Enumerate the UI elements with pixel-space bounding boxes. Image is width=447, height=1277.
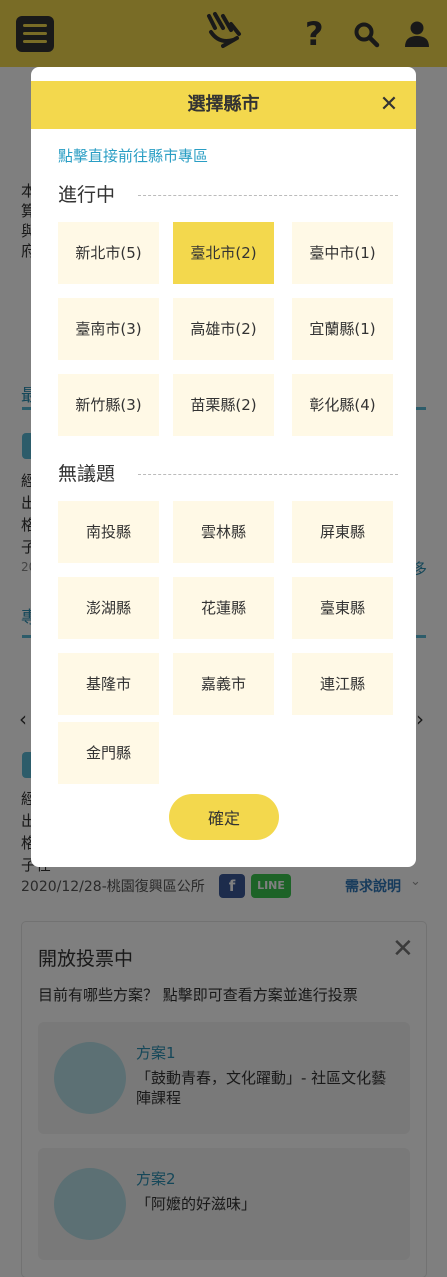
city-button[interactable]: 苗栗縣(2) bbox=[173, 374, 274, 436]
city-button[interactable]: 雲林縣 bbox=[173, 501, 274, 563]
city-button[interactable]: 彰化縣(4) bbox=[292, 374, 393, 436]
city-button[interactable]: 臺中市(1) bbox=[292, 222, 393, 284]
city-button[interactable]: 臺南市(3) bbox=[58, 298, 159, 360]
modal-title: 選擇縣市 bbox=[187, 94, 260, 115]
section-heading-empty: 無議題 bbox=[58, 460, 398, 488]
dashed-divider bbox=[138, 195, 398, 196]
city-button[interactable]: 金門縣 bbox=[58, 722, 159, 784]
city-button-selected[interactable]: 臺北市(2) bbox=[173, 222, 274, 284]
close-icon[interactable]: ✕ bbox=[375, 91, 403, 119]
city-zone-link[interactable]: 點擊直接前往縣市專區 bbox=[58, 145, 208, 166]
confirm-button[interactable]: 確定 bbox=[169, 794, 279, 840]
city-button[interactable]: 高雄市(2) bbox=[173, 298, 274, 360]
city-button[interactable]: 新北市(5) bbox=[58, 222, 159, 284]
city-button[interactable]: 屏東縣 bbox=[292, 501, 393, 563]
dashed-divider bbox=[138, 474, 398, 475]
city-button[interactable]: 南投縣 bbox=[58, 501, 159, 563]
city-button[interactable]: 新竹縣(3) bbox=[58, 374, 159, 436]
city-button[interactable]: 臺東縣 bbox=[292, 577, 393, 639]
city-button[interactable]: 花蓮縣 bbox=[173, 577, 274, 639]
modal-header: 選擇縣市 ✕ bbox=[31, 81, 416, 129]
city-button[interactable]: 連江縣 bbox=[292, 653, 393, 715]
city-button[interactable]: 宜蘭縣(1) bbox=[292, 298, 393, 360]
section-heading-active: 進行中 bbox=[58, 181, 398, 209]
city-button[interactable]: 嘉義市 bbox=[173, 653, 274, 715]
section-heading-label: 進行中 bbox=[58, 181, 128, 209]
city-button[interactable]: 基隆市 bbox=[58, 653, 159, 715]
city-button[interactable]: 澎湖縣 bbox=[58, 577, 159, 639]
city-select-modal: 選擇縣市 ✕ 點擊直接前往縣市專區 進行中 新北市(5) 臺北市(2) 臺中市(… bbox=[31, 67, 416, 867]
section-heading-label: 無議題 bbox=[58, 460, 128, 488]
